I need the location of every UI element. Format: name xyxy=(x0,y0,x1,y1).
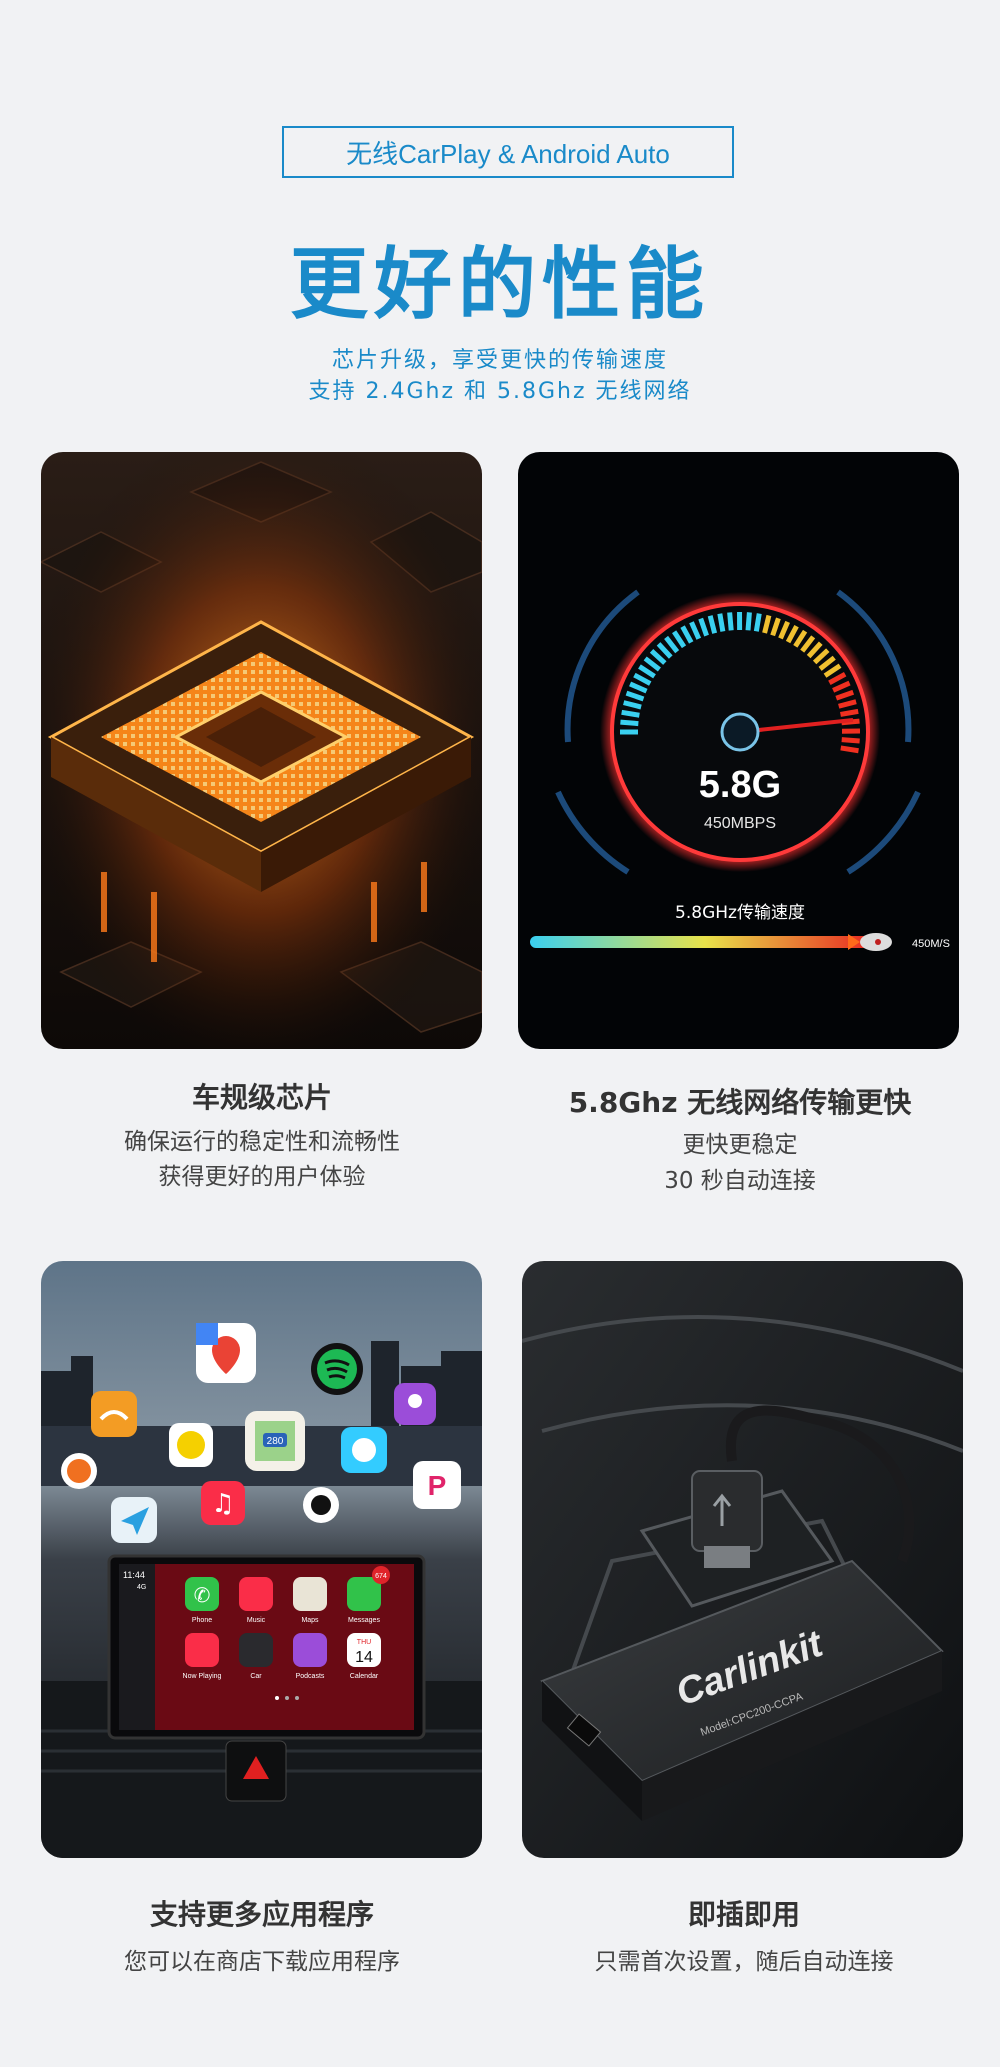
speed-bar-label: 5.8GHz传输速度 xyxy=(675,903,805,923)
chip-image xyxy=(41,452,482,1049)
maps-icon: 280 xyxy=(245,1411,305,1471)
spotify-icon xyxy=(311,1343,363,1395)
app-label: Calendar xyxy=(350,1673,379,1680)
gauge-tick xyxy=(717,613,726,632)
feature-desc-wifi-2: 30 秒自动连接 xyxy=(664,1168,816,1194)
svg-text:P: P xyxy=(428,1470,447,1501)
gauge-unit: 450MBPS xyxy=(704,815,776,832)
feature-desc-apps-1: 您可以在商店下载应用程序 xyxy=(124,1949,400,1975)
gauge-tick xyxy=(840,708,859,717)
car-screen: 11:44 4G ✆ 674 Phone Music Maps Messages… xyxy=(107,1554,426,1740)
apps-image: 280 P ♫ 11:44 4G ✆ 674 Phone Music Maps … xyxy=(41,1261,482,1858)
page-subtitle-1: 芯片升级，享受更快的传输速度 xyxy=(331,348,668,373)
gauge-tick xyxy=(753,613,762,632)
road-sign-text: 280 xyxy=(267,1436,284,1447)
app-label: Car xyxy=(250,1673,262,1680)
feature-title-wifi: 5.8Ghz 无线网络传输更快 xyxy=(568,1086,912,1119)
waze-icon xyxy=(341,1427,387,1473)
qq-music-icon xyxy=(169,1423,213,1467)
gauge-tick xyxy=(727,612,734,631)
feature-title-chip: 车规级芯片 xyxy=(191,1081,332,1114)
app-label: Messages xyxy=(348,1617,380,1624)
page-title: 更好的性能 xyxy=(289,240,710,330)
feature-desc-chip-2: 获得更好的用户体验 xyxy=(158,1164,366,1190)
svg-text:✆: ✆ xyxy=(194,1583,211,1607)
gauge-tick xyxy=(745,612,752,631)
messages-badge: 674 xyxy=(375,1573,387,1580)
app-label: Podcasts xyxy=(296,1673,325,1680)
screen-signal: 4G xyxy=(137,1584,146,1591)
music-app-icon: ♫ xyxy=(201,1481,245,1525)
telegram-icon xyxy=(111,1497,157,1543)
feature-desc-plug-1: 只需首次设置，随后自动连接 xyxy=(594,1949,894,1975)
audible-icon xyxy=(91,1391,137,1437)
gauge-tick xyxy=(621,709,640,718)
device-image: Carlinkit Model:CPC200-CCPA xyxy=(522,1261,963,1858)
app-label: Now Playing xyxy=(183,1673,222,1680)
header-tag: 无线CarPlay & Android Auto xyxy=(282,126,734,178)
app-label: Phone xyxy=(192,1617,212,1624)
feature-title-plug: 即插即用 xyxy=(687,1898,800,1931)
speed-bar xyxy=(530,936,880,948)
overcast-icon xyxy=(303,1487,339,1523)
app-label: Music xyxy=(247,1617,266,1624)
speed-bar-end-label: 450M/S xyxy=(912,938,950,950)
gauge-tick xyxy=(620,719,639,727)
pandora-icon: P xyxy=(413,1461,461,1509)
castbox-icon xyxy=(61,1453,97,1489)
calendar-day: THU xyxy=(357,1639,371,1646)
calendar-date: 14 xyxy=(355,1649,373,1666)
speed-gauge-image: 5.8G 450MBPS 5.8GHz传输速度 450M/S xyxy=(518,452,959,1049)
gauge-value: 5.8G xyxy=(699,764,781,806)
feature-desc-wifi-1: 更快更稳定 xyxy=(682,1132,798,1158)
page-subtitle-2: 支持 2.4Ghz 和 5.8Ghz 无线网络 xyxy=(308,379,692,404)
app-label: Maps xyxy=(301,1617,319,1624)
app-icon-google-maps xyxy=(196,1323,256,1383)
gauge-tick xyxy=(841,737,860,744)
feature-desc-chip-1: 确保运行的稳定性和流畅性 xyxy=(124,1129,400,1155)
svg-text:♫: ♫ xyxy=(211,1489,234,1519)
screen-time: 11:44 xyxy=(123,1570,145,1580)
feature-title-apps: 支持更多应用程序 xyxy=(149,1898,374,1931)
podcasts-icon xyxy=(394,1383,436,1425)
gauge-tick xyxy=(840,745,859,754)
